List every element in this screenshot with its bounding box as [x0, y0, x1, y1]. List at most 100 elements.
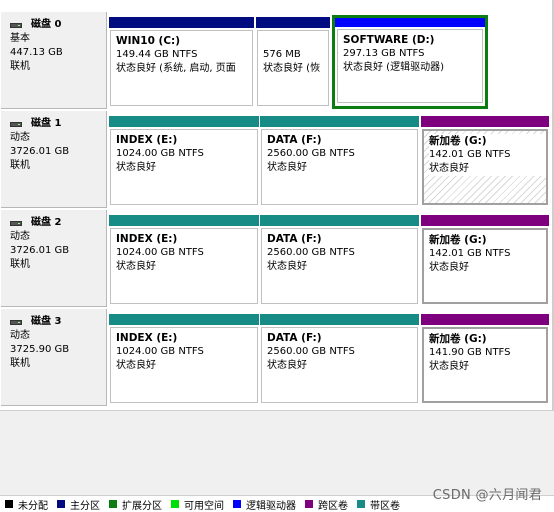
disk-size: 447.13 GB — [10, 47, 63, 58]
legend-item-unallocated: 未分配 — [5, 497, 48, 512]
legend-label: 可用空间 — [184, 500, 224, 512]
disk-size: 3725.90 GB — [10, 344, 70, 355]
partition-name: INDEX (E:) — [116, 332, 178, 344]
partition-size: 297.13 GB NTFS — [343, 48, 425, 59]
partition-body: DATA (F:) 2560.00 GB NTFS 状态良好 — [261, 129, 418, 205]
partition-body: DATA (F:) 2560.00 GB NTFS 状态良好 — [261, 228, 418, 304]
partition-f[interactable]: DATA (F:) 2560.00 GB NTFS 状态良好 — [260, 116, 419, 207]
legend-item-striped: 带区卷 — [357, 497, 400, 512]
legend-label: 扩展分区 — [122, 500, 162, 512]
partition-name: SOFTWARE (D:) — [343, 34, 435, 46]
partition-type-bar — [109, 116, 259, 127]
legend-swatch — [305, 500, 313, 508]
partition-f[interactable]: DATA (F:) 2560.00 GB NTFS 状态良好 — [260, 314, 419, 405]
partition-name — [263, 34, 328, 48]
legend-swatch — [109, 500, 117, 508]
partition-body: WIN10 (C:) 149.44 GB NTFS 状态良好 (系统, 启动, … — [110, 30, 253, 106]
disk-title-row: 磁盘 3 — [10, 315, 106, 329]
partition-type-bar — [421, 215, 549, 226]
partition-body: INDEX (E:) 1024.00 GB NTFS 状态良好 — [110, 129, 258, 205]
legend-swatch — [357, 500, 365, 508]
disk-title: 磁盘 1 — [31, 118, 62, 129]
hard-disk-icon — [10, 121, 22, 128]
partition-body: INDEX (E:) 1024.00 GB NTFS 状态良好 — [110, 327, 258, 403]
disk-info-2[interactable]: 磁盘 2 动态 3726.01 GB 联机 — [1, 210, 107, 307]
legend-swatch — [5, 500, 13, 508]
partition-d[interactable]: SOFTWARE (D:) 297.13 GB NTFS 状态良好 (逻辑驱动器… — [332, 15, 488, 109]
legend-swatch — [233, 500, 241, 508]
partition-size: 2560.00 GB NTFS — [267, 346, 355, 357]
partition-status: 状态良好 — [429, 361, 469, 372]
disk-row-1: 磁盘 1 动态 3726.01 GB 联机 INDEX (E:) 1024.00… — [0, 111, 554, 210]
partition-recovery[interactable]: 576 MB 状态良好 (恢 — [256, 17, 330, 108]
partition-name: WIN10 (C:) — [116, 35, 181, 47]
hard-disk-icon — [10, 22, 22, 29]
disk-title-row: 磁盘 1 — [10, 117, 106, 131]
partition-body: 新加卷 (G:) 142.01 GB NTFS 状态良好 — [422, 129, 548, 205]
partition-f[interactable]: DATA (F:) 2560.00 GB NTFS 状态良好 — [260, 215, 419, 306]
partition-type-bar — [109, 314, 259, 325]
partition-size: 142.01 GB NTFS — [429, 248, 511, 259]
legend-swatch — [171, 500, 179, 508]
partition-size: 1024.00 GB NTFS — [116, 247, 204, 258]
disk-title-row: 磁盘 0 — [10, 18, 106, 32]
partition-size: 149.44 GB NTFS — [116, 49, 198, 60]
partition-name: DATA (F:) — [267, 233, 322, 245]
partition-c[interactable]: WIN10 (C:) 149.44 GB NTFS 状态良好 (系统, 启动, … — [109, 17, 254, 108]
partition-name: 新加卷 (G:) — [429, 333, 487, 345]
disk-type: 基本 — [10, 33, 30, 44]
hard-disk-icon — [10, 319, 22, 326]
disk-info-1[interactable]: 磁盘 1 动态 3726.01 GB 联机 — [1, 111, 107, 208]
partition-type-bar — [335, 18, 485, 27]
partition-g[interactable]: 新加卷 (G:) 142.01 GB NTFS 状态良好 — [421, 116, 549, 207]
disk-size: 3726.01 GB — [10, 245, 70, 256]
partition-status: 状态良好 (恢 — [263, 63, 321, 74]
legend-label: 未分配 — [18, 500, 48, 512]
partition-name: 新加卷 (G:) — [429, 134, 546, 148]
partition-name: DATA (F:) — [267, 134, 322, 146]
legend-label: 主分区 — [70, 500, 100, 512]
partition-type-bar — [260, 116, 419, 127]
disk-type: 动态 — [10, 330, 30, 341]
partition-size: 2560.00 GB NTFS — [267, 148, 355, 159]
disk-status: 联机 — [10, 61, 30, 72]
legend-item-extended: 扩展分区 — [109, 497, 162, 512]
partition-size: 1024.00 GB NTFS — [116, 148, 204, 159]
partition-body: 新加卷 (G:) 141.90 GB NTFS 状态良好 — [422, 327, 548, 403]
disk-title: 磁盘 2 — [31, 217, 62, 228]
partition-status: 状态良好 (系统, 启动, 页面 — [116, 63, 236, 74]
partition-g[interactable]: 新加卷 (G:) 141.90 GB NTFS 状态良好 — [421, 314, 549, 405]
partition-type-bar — [109, 17, 254, 28]
partition-e[interactable]: INDEX (E:) 1024.00 GB NTFS 状态良好 — [109, 116, 259, 207]
partition-body: 新加卷 (G:) 142.01 GB NTFS 状态良好 — [422, 228, 548, 304]
disk-type: 动态 — [10, 231, 30, 242]
graphical-disk-view: 磁盘 0 基本 447.13 GB 联机 WIN10 (C:) 149.44 G… — [0, 0, 554, 410]
hard-disk-icon — [10, 220, 22, 227]
disk-title: 磁盘 3 — [31, 316, 62, 327]
disk-status: 联机 — [10, 160, 30, 171]
partition-type-bar — [109, 215, 259, 226]
partition-name-text: 新加卷 (G:) — [429, 135, 487, 147]
legend-label: 逻辑驱动器 — [246, 500, 296, 512]
disk-management-window: 磁盘 0 基本 447.13 GB 联机 WIN10 (C:) 149.44 G… — [0, 0, 554, 512]
partition-body: INDEX (E:) 1024.00 GB NTFS 状态良好 — [110, 228, 258, 304]
legend-item-free-space: 可用空间 — [171, 497, 224, 512]
partition-g[interactable]: 新加卷 (G:) 142.01 GB NTFS 状态良好 — [421, 215, 549, 306]
partition-type-bar — [256, 17, 330, 28]
partition-name: INDEX (E:) — [116, 233, 178, 245]
partition-status: 状态良好 — [267, 162, 307, 173]
partition-status: 状态良好 — [267, 261, 307, 272]
partition-type-bar — [421, 116, 549, 127]
partition-size: 141.90 GB NTFS — [429, 347, 511, 358]
legend-item-spanned: 跨区卷 — [305, 497, 348, 512]
partition-status-text: 状态良好 — [429, 163, 469, 174]
disk-info-0[interactable]: 磁盘 0 基本 447.13 GB 联机 — [1, 12, 107, 109]
disk-info-3[interactable]: 磁盘 3 动态 3725.90 GB 联机 — [1, 309, 107, 406]
disk-size: 3726.01 GB — [10, 146, 70, 157]
partition-e[interactable]: INDEX (E:) 1024.00 GB NTFS 状态良好 — [109, 314, 259, 405]
partition-body: 576 MB 状态良好 (恢 — [257, 30, 329, 106]
disk-status: 联机 — [10, 358, 30, 369]
disk-status: 联机 — [10, 259, 30, 270]
partition-e[interactable]: INDEX (E:) 1024.00 GB NTFS 状态良好 — [109, 215, 259, 306]
partition-type-bar — [421, 314, 549, 325]
